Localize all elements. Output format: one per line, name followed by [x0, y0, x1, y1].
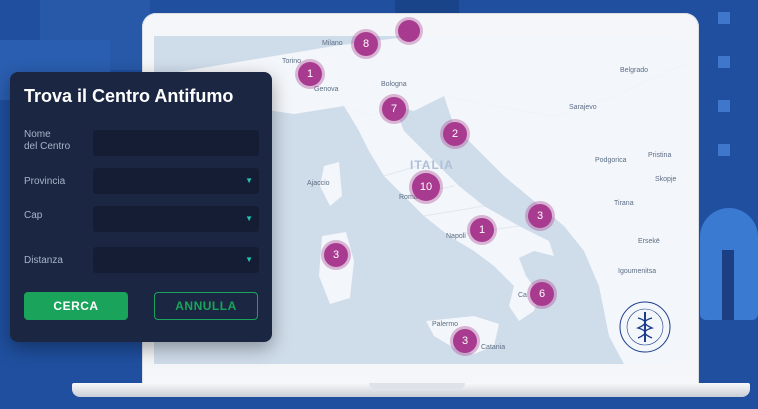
- provincia-select[interactable]: ▼: [93, 168, 259, 194]
- chevron-down-icon: ▼: [245, 255, 253, 264]
- panel-title: Trova il Centro Antifumo: [24, 86, 234, 106]
- cap-select[interactable]: ▼: [93, 206, 259, 232]
- cluster-marker-calabria[interactable]: 6: [530, 282, 554, 306]
- laptop-notch: [369, 383, 465, 389]
- city-label-palermo: Palermo: [432, 321, 459, 328]
- city-label-pristina: Pristina: [648, 152, 672, 159]
- city-label-tirana: Tirana: [614, 200, 634, 207]
- background-block: [395, 0, 459, 13]
- city-label-bologna: Bologna: [381, 81, 407, 88]
- nome-label-line1: Nome: [24, 129, 51, 140]
- chevron-down-icon: ▼: [245, 214, 253, 223]
- cluster-marker-partial[interactable]: [398, 20, 420, 42]
- cluster-marker-milano[interactable]: 8: [354, 32, 378, 56]
- city-label-erseke: Ersekë: [638, 238, 660, 245]
- city-label-igoumenitsa: Igoumenitsa: [618, 268, 657, 275]
- city-label-genova: Genova: [314, 86, 339, 93]
- city-label-sarajevo: Sarajevo: [569, 104, 597, 111]
- cluster-marker-torino[interactable]: 1: [298, 62, 322, 86]
- city-label-milano: Milano: [322, 40, 343, 47]
- nome-label: Nome del Centro: [24, 129, 70, 153]
- background-square: [718, 100, 730, 112]
- chevron-down-icon: ▼: [245, 176, 253, 185]
- nome-label-line2: del Centro: [24, 141, 71, 152]
- cluster-marker-napoli[interactable]: 1: [470, 218, 494, 242]
- tree-trunk: [722, 250, 734, 320]
- cluster-marker-roma[interactable]: 10: [412, 173, 440, 201]
- city-label-podgorica: Podgorica: [595, 157, 627, 164]
- istituto-superiore-di-sanita-seal-icon: [619, 301, 671, 353]
- city-label-napoli: Napoli: [446, 233, 466, 240]
- cluster-marker-sardegna[interactable]: 3: [324, 243, 348, 267]
- city-label-belgrado: Belgrado: [620, 67, 649, 74]
- city-label-calabria-partial: Ca: [518, 292, 527, 299]
- cerca-button[interactable]: CERCA: [24, 292, 128, 320]
- cluster-marker-bologna[interactable]: 7: [382, 97, 406, 121]
- city-label-torino: Torino: [282, 58, 302, 65]
- distanza-label: Distanza: [24, 255, 63, 266]
- provincia-label: Provincia: [24, 176, 66, 187]
- city-label-skopje: Skopje: [655, 176, 677, 183]
- cluster-marker-puglia[interactable]: 3: [528, 204, 552, 228]
- city-label-ajaccio: Ajaccio: [307, 180, 330, 187]
- distanza-select[interactable]: ▼: [93, 247, 259, 273]
- country-label: ITALIA: [410, 158, 454, 172]
- background-square: [718, 12, 730, 24]
- cluster-marker-sicilia[interactable]: 3: [453, 329, 477, 353]
- cluster-marker-marche[interactable]: 2: [443, 122, 467, 146]
- nome-centro-input[interactable]: [93, 130, 259, 156]
- background-square: [718, 56, 730, 68]
- background-square: [718, 144, 730, 156]
- annulla-button[interactable]: ANNULLA: [154, 292, 258, 320]
- search-panel: Trova il Centro Antifumo Nome del Centro…: [10, 72, 272, 342]
- city-label-catania: Catania: [481, 344, 506, 351]
- cap-label: Cap: [24, 210, 43, 221]
